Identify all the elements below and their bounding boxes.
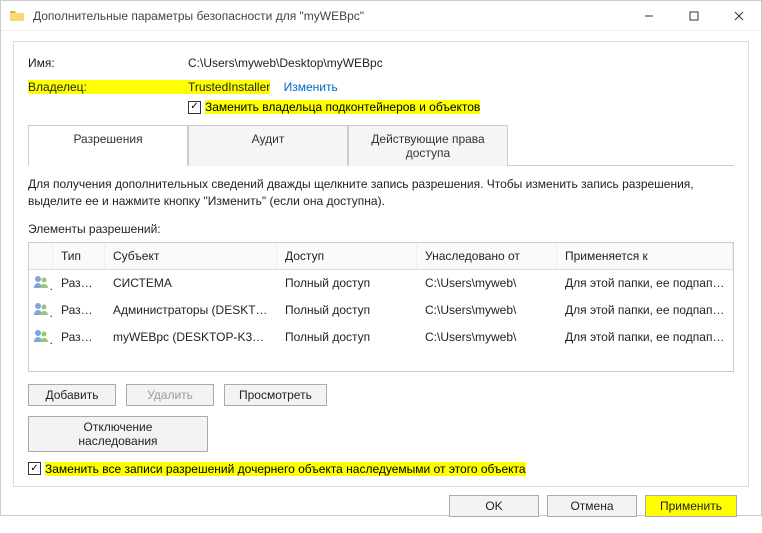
cell-type: Разр... — [53, 274, 105, 292]
replace-child-label: Заменить все записи разрешений дочернего… — [45, 462, 526, 476]
tab-effective-access[interactable]: Действующие права доступа — [348, 125, 508, 166]
cell-subject: Администраторы (DESKTOP-... — [105, 301, 277, 319]
replace-owner-label: Заменить владельца подконтейнеров и объе… — [205, 100, 480, 114]
window-buttons — [626, 1, 761, 31]
list-buttons: Добавить Удалить Просмотреть — [28, 384, 734, 406]
table-row[interactable]: Разр...myWEBpc (DESKTOP-K3T25N...Полный … — [29, 324, 733, 351]
permissions-list: Тип Субъект Доступ Унаследовано от Приме… — [28, 242, 734, 372]
cell-access: Полный доступ — [277, 274, 417, 292]
name-value: C:\Users\myweb\Desktop\myWEBpc — [188, 56, 383, 70]
col-type[interactable]: Тип — [53, 243, 105, 269]
cell-type: Разр... — [53, 301, 105, 319]
cell-inherited: C:\Users\myweb\ — [417, 301, 557, 319]
remove-button[interactable]: Удалить — [126, 384, 214, 406]
cell-applies: Для этой папки, ее подпапок ... — [557, 274, 733, 292]
principal-icon — [29, 272, 53, 295]
replace-owner-checkbox[interactable]: ✓ — [188, 101, 201, 114]
tab-permissions[interactable]: Разрешения — [28, 125, 188, 166]
ok-button[interactable]: OK — [449, 495, 539, 517]
list-header: Тип Субъект Доступ Унаследовано от Приме… — [29, 243, 733, 270]
cell-inherited: C:\Users\myweb\ — [417, 274, 557, 292]
name-row: Имя: C:\Users\myweb\Desktop\myWEBpc — [28, 56, 734, 70]
folder-icon — [9, 8, 25, 24]
owner-label: Владелец: — [28, 80, 188, 94]
principal-icon — [29, 326, 53, 349]
close-button[interactable] — [716, 1, 761, 31]
apply-button[interactable]: Применить — [645, 495, 737, 517]
help-text: Для получения дополнительных сведений дв… — [28, 176, 734, 210]
cell-subject: СИСТЕМА — [105, 274, 277, 292]
owner-row: Владелец: TrustedInstaller Изменить — [28, 80, 734, 94]
disable-inheritance-button[interactable]: Отключение наследования — [28, 416, 208, 452]
dialog-footer: OK Отмена Применить — [13, 487, 749, 525]
view-button[interactable]: Просмотреть — [224, 384, 327, 406]
name-label: Имя: — [28, 56, 188, 70]
col-inherited[interactable]: Унаследовано от — [417, 243, 557, 269]
cell-access: Полный доступ — [277, 301, 417, 319]
col-subject[interactable]: Субъект — [105, 243, 277, 269]
cell-type: Разр... — [53, 328, 105, 346]
replace-child-row: ✓ Заменить все записи разрешений дочерне… — [28, 462, 734, 476]
principal-icon — [29, 299, 53, 322]
change-owner-link[interactable]: Изменить — [284, 80, 338, 94]
cell-applies: Для этой папки, ее подпапок ... — [557, 301, 733, 319]
minimize-button[interactable] — [626, 1, 671, 31]
cell-inherited: C:\Users\myweb\ — [417, 328, 557, 346]
list-body: Разр...СИСТЕМАПолный доступC:\Users\mywe… — [29, 270, 733, 351]
window-title: Дополнительные параметры безопасности дл… — [33, 9, 626, 23]
owner-value-wrap: TrustedInstaller Изменить — [188, 80, 338, 94]
cell-subject: myWEBpc (DESKTOP-K3T25N... — [105, 328, 277, 346]
elements-label: Элементы разрешений: — [28, 222, 734, 236]
cell-applies: Для этой папки, ее подпапок ... — [557, 328, 733, 346]
maximize-button[interactable] — [671, 1, 716, 31]
cancel-button[interactable]: Отмена — [547, 495, 637, 517]
cell-access: Полный доступ — [277, 328, 417, 346]
col-applies[interactable]: Применяется к — [557, 243, 733, 269]
replace-owner-row: ✓ Заменить владельца подконтейнеров и об… — [188, 100, 734, 114]
table-row[interactable]: Разр...Администраторы (DESKTOP-...Полный… — [29, 297, 733, 324]
col-access[interactable]: Доступ — [277, 243, 417, 269]
add-button[interactable]: Добавить — [28, 384, 116, 406]
replace-child-checkbox[interactable]: ✓ — [28, 462, 41, 475]
tabs: Разрешения Аудит Действующие права досту… — [28, 124, 734, 166]
table-row[interactable]: Разр...СИСТЕМАПолный доступC:\Users\mywe… — [29, 270, 733, 297]
advanced-security-window: Дополнительные параметры безопасности дл… — [0, 0, 762, 516]
tab-audit[interactable]: Аудит — [188, 125, 348, 166]
titlebar: Дополнительные параметры безопасности дл… — [1, 1, 761, 31]
content-frame: Имя: C:\Users\myweb\Desktop\myWEBpc Влад… — [13, 41, 749, 487]
content-area: Имя: C:\Users\myweb\Desktop\myWEBpc Влад… — [1, 31, 761, 533]
owner-value: TrustedInstaller — [188, 80, 270, 94]
